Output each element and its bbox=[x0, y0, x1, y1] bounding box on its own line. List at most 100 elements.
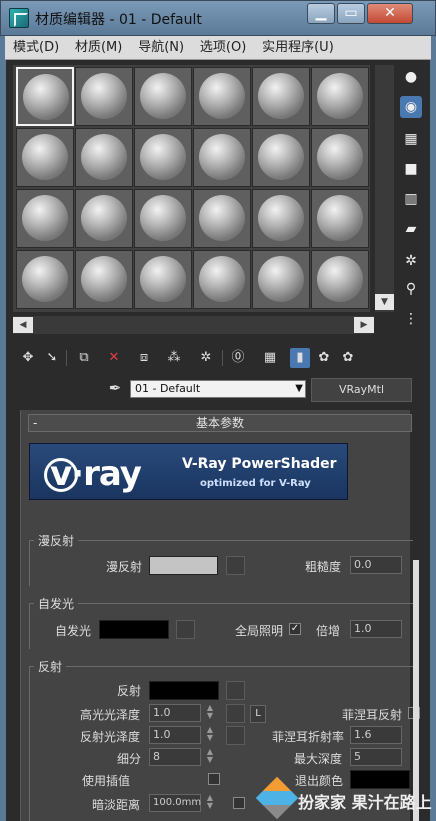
make-preview-icon[interactable]: ▰ bbox=[400, 218, 422, 240]
basic-params-rollout[interactable]: - 基本参数 bbox=[28, 414, 412, 432]
go-forward-to-sibling-icon[interactable]: ✿ bbox=[338, 348, 358, 368]
select-by-material-icon[interactable]: ⚲ bbox=[400, 278, 422, 300]
dim-distance-spinner-icon[interactable]: ▲ ▼ bbox=[205, 794, 215, 812]
sample-type-icon[interactable]: ● bbox=[400, 66, 422, 88]
sample-slot[interactable] bbox=[16, 67, 74, 126]
minimize-button[interactable]: ▁ bbox=[307, 3, 335, 24]
scroll-down-icon[interactable]: ▼ bbox=[375, 294, 394, 310]
sample-slot[interactable] bbox=[252, 250, 310, 309]
window-title: 材质编辑器 - 01 - Default bbox=[35, 12, 202, 28]
refl-gloss-map-button[interactable] bbox=[226, 726, 245, 745]
sample-slot[interactable] bbox=[16, 189, 74, 248]
reflect-color-swatch[interactable] bbox=[149, 681, 219, 700]
sample-slot[interactable] bbox=[252, 128, 310, 187]
dim-distance-checkbox[interactable] bbox=[233, 797, 245, 809]
sample-slot[interactable] bbox=[311, 67, 369, 126]
sample-slot[interactable] bbox=[75, 189, 133, 248]
sample-slot[interactable] bbox=[16, 128, 74, 187]
gi-checkbox[interactable]: ✓ bbox=[289, 623, 301, 635]
hilight-gloss-spinner-icon[interactable]: ▲ ▼ bbox=[205, 704, 215, 722]
sample-slot[interactable] bbox=[311, 189, 369, 248]
show-shaded-material-icon[interactable]: ▦ bbox=[260, 348, 280, 368]
hilight-gloss-label: 高光光泽度 bbox=[80, 708, 141, 722]
sample-slot[interactable] bbox=[134, 250, 192, 309]
self-illum-map-button[interactable] bbox=[176, 620, 195, 639]
reflect-map-button[interactable] bbox=[226, 681, 245, 700]
reset-map-icon[interactable]: ✕ bbox=[104, 348, 124, 368]
sample-uv-tiling-icon[interactable]: ■ bbox=[400, 158, 422, 180]
fresnel-ior-field[interactable]: 1.6 bbox=[350, 726, 402, 744]
sample-sphere bbox=[22, 256, 68, 302]
menu-navigation[interactable]: 导航(N) bbox=[130, 36, 188, 60]
app-icon bbox=[9, 8, 29, 28]
sample-slot[interactable] bbox=[193, 128, 251, 187]
refl-gloss-spinner-icon[interactable]: ▲ ▼ bbox=[205, 726, 215, 744]
sample-slot[interactable] bbox=[134, 128, 192, 187]
go-to-parent-icon[interactable]: ✿ bbox=[314, 348, 334, 368]
sample-slot[interactable] bbox=[134, 189, 192, 248]
slots-vertical-scrollbar[interactable]: ▼ bbox=[375, 65, 394, 312]
sample-slot[interactable] bbox=[193, 250, 251, 309]
diffuse-map-button[interactable] bbox=[226, 556, 245, 575]
sample-slot[interactable] bbox=[75, 250, 133, 309]
collapse-icon[interactable]: - bbox=[33, 415, 37, 431]
options-icon[interactable]: ✲ bbox=[400, 250, 422, 272]
menu-options[interactable]: 选项(O) bbox=[192, 36, 250, 60]
assign-to-selection-icon[interactable]: ⧉ bbox=[74, 348, 94, 368]
menu-material[interactable]: 材质(M) bbox=[67, 36, 126, 60]
maximize-button[interactable]: ▭ bbox=[337, 3, 365, 24]
watermark: 扮家家 果汁在路上 bbox=[255, 776, 436, 821]
sample-sphere bbox=[199, 195, 245, 241]
make-unique-icon[interactable]: ⁂ bbox=[164, 348, 184, 368]
use-interp-checkbox[interactable] bbox=[208, 773, 220, 785]
self-illum-color-swatch[interactable] bbox=[99, 620, 169, 639]
scroll-right-icon[interactable]: ▶ bbox=[354, 317, 374, 333]
subdivs-spinner-icon[interactable]: ▲ ▼ bbox=[205, 748, 215, 766]
material-map-navigator-icon[interactable]: ⋮ bbox=[400, 308, 422, 330]
multiplier-field[interactable]: 1.0 bbox=[350, 620, 402, 638]
sample-slot[interactable] bbox=[193, 189, 251, 248]
background-checker-icon[interactable]: ▦ bbox=[400, 128, 422, 150]
max-depth-field[interactable]: 5 bbox=[350, 748, 402, 766]
hilight-gloss-field[interactable]: 1.0 bbox=[149, 704, 201, 722]
scroll-left-icon[interactable]: ◀ bbox=[13, 317, 33, 333]
material-type-button[interactable]: VRayMtl bbox=[311, 378, 412, 402]
refl-gloss-field[interactable]: 1.0 bbox=[149, 726, 201, 744]
chevron-down-icon[interactable]: ▼ bbox=[295, 381, 303, 397]
put-to-library-icon[interactable]: ✲ bbox=[196, 348, 216, 368]
menu-utilities[interactable]: 实用程序(U) bbox=[254, 36, 338, 60]
material-id-channel-icon[interactable]: ⓪ bbox=[228, 348, 248, 368]
menu-mode[interactable]: 模式(D) bbox=[5, 36, 63, 60]
copy-material-icon[interactable]: ⧈ bbox=[134, 348, 154, 368]
sample-slot[interactable] bbox=[252, 67, 310, 126]
sample-sphere bbox=[140, 73, 186, 119]
material-name-field[interactable]: 01 - Default ▼ bbox=[130, 380, 306, 398]
sample-sphere bbox=[140, 195, 186, 241]
refl-gloss-label: 反射光泽度 bbox=[80, 730, 141, 744]
close-button[interactable]: ✕ bbox=[367, 3, 413, 24]
eyedropper-icon[interactable]: ✒ bbox=[106, 379, 124, 399]
sample-slot[interactable] bbox=[252, 189, 310, 248]
sample-slot[interactable] bbox=[16, 250, 74, 309]
title-bar: 材质编辑器 - 01 - Default ▁ ▭ ✕ bbox=[0, 0, 436, 36]
backlight-icon[interactable]: ◉ bbox=[400, 96, 422, 118]
put-to-scene-icon[interactable]: ➘ bbox=[42, 348, 62, 368]
hilight-gloss-map-button[interactable] bbox=[226, 704, 245, 723]
material-toolbar: ✥ ➘ ⧉ ✕ ⧈ ⁂ ✲ ⓪ ▦ ▮ ✿ ✿ bbox=[14, 344, 364, 372]
sample-slot[interactable] bbox=[75, 128, 133, 187]
slots-horizontal-scrollbar[interactable]: ◀ ▶ bbox=[13, 316, 374, 334]
dim-distance-field[interactable]: 100.0mm bbox=[149, 794, 201, 812]
diffuse-color-swatch[interactable] bbox=[149, 556, 218, 575]
show-end-result-icon[interactable]: ▮ bbox=[290, 348, 310, 368]
rollout-title: 基本参数 bbox=[195, 416, 244, 430]
sample-slot[interactable] bbox=[134, 67, 192, 126]
roughness-field[interactable]: 0.0 bbox=[350, 556, 402, 574]
lock-button[interactable]: L bbox=[250, 705, 266, 723]
sample-slot[interactable] bbox=[311, 128, 369, 187]
sample-slot[interactable] bbox=[193, 67, 251, 126]
sample-slot[interactable] bbox=[311, 250, 369, 309]
subdivs-field[interactable]: 8 bbox=[149, 748, 201, 766]
sample-slot[interactable] bbox=[75, 67, 133, 126]
get-material-icon[interactable]: ✥ bbox=[18, 348, 38, 368]
video-color-check-icon[interactable]: ▥ bbox=[400, 188, 422, 210]
